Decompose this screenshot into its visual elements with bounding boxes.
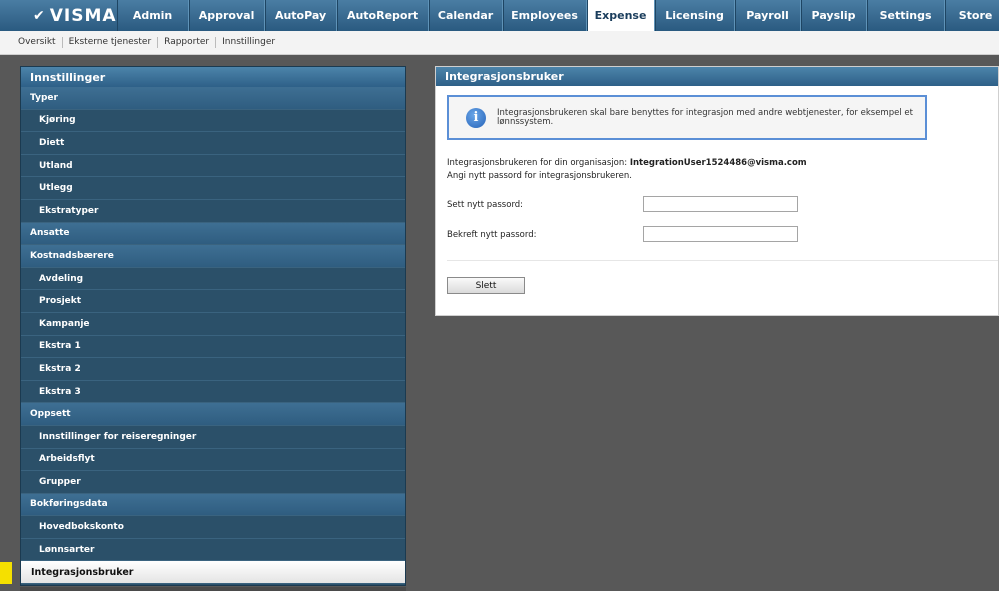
sidebar-item-innstillinger-for-reiseregninger[interactable]: Innstillinger for reiseregninger: [21, 425, 405, 449]
nav-tab-licensing[interactable]: Licensing: [654, 0, 735, 31]
sidebar-title: Innstillinger: [21, 67, 405, 87]
top-navigation: ✔ VISMA Admin Approval AutoPay AutoReport Ca…: [0, 0, 999, 31]
sidebar-section-kostnadsbærere[interactable]: Kostnadsbærere: [21, 245, 405, 268]
nav-tab-admin[interactable]: Admin: [116, 0, 189, 31]
sidebar-item-grupper[interactable]: Grupper: [21, 471, 405, 494]
sidebar-section-ansatte[interactable]: Ansatte: [21, 222, 405, 246]
visma-logo[interactable]: ✔ VISMA: [0, 0, 117, 31]
sidebar-item-utland[interactable]: Utland: [21, 154, 405, 178]
nav-tab-payslip[interactable]: Payslip: [800, 0, 867, 31]
nav-tab-expense[interactable]: Expense: [586, 0, 655, 31]
subnav-link[interactable]: Eksterne tjenester: [63, 37, 159, 48]
sidebar-item-integrasjonsbruker[interactable]: Integrasjonsbruker: [21, 561, 405, 585]
sidebar-item-prosjekt[interactable]: Prosjekt: [21, 290, 405, 313]
nav-tab-autopay[interactable]: AutoPay: [264, 0, 337, 31]
sidebar-bottom-edge: [20, 587, 406, 591]
sidebar-section-typer[interactable]: Typer: [21, 87, 405, 110]
settings-sidebar: Innstillinger Typer Kjøring Diett Utland Utl…: [20, 66, 406, 586]
subnav-link[interactable]: Rapporter: [158, 37, 217, 48]
sidebar-item-utlegg[interactable]: Utlegg: [21, 177, 405, 200]
integration-user-email: IntegrationUser1524486@visma.com: [629, 158, 807, 168]
main-nav: Admin Approval AutoPay AutoReport Calendar Em…: [116, 0, 999, 31]
new-password-input[interactable]: [643, 196, 798, 212]
info-box: i Integrasjonsbrukeren skal bare benytte…: [447, 95, 927, 140]
new-password-label: Sett nytt passord:: [447, 200, 524, 210]
sidebar-list: Typer Kjøring Diett Utland Utlegg Ekstratyper…: [21, 87, 405, 585]
integration-user-panel: Integrasjonsbruker i Integrasjonsbrukere…: [435, 66, 999, 316]
info-icon: i: [466, 107, 486, 128]
nav-tab-payroll[interactable]: Payroll: [734, 0, 801, 31]
confirm-password-input[interactable]: [643, 226, 798, 242]
sidebar-item-kampanje[interactable]: Kampanje: [21, 312, 405, 336]
nav-tab-calendar[interactable]: Calendar: [428, 0, 503, 31]
panel-title: Integrasjonsbruker: [436, 67, 998, 86]
sidebar-section-bokføringsdata[interactable]: Bokføringsdata: [21, 493, 405, 517]
form-divider: [447, 260, 998, 261]
sidebar-item-diett[interactable]: Diett: [21, 132, 405, 155]
sidebar-item-avdeling[interactable]: Avdeling: [21, 267, 405, 291]
nav-tab-store[interactable]: Store: [944, 0, 999, 31]
sidebar-item-arbeidsflyt[interactable]: Arbeidsflyt: [21, 448, 405, 472]
sidebar-item-ekstra-2[interactable]: Ekstra 2: [21, 358, 405, 381]
nav-tab-employees[interactable]: Employees: [502, 0, 587, 31]
subnav-link[interactable]: Innstillinger: [216, 37, 281, 48]
sidebar-item-ekstra-3[interactable]: Ekstra 3: [21, 380, 405, 404]
info-text: Integrasjonsbrukeren skal bare benyttes …: [497, 107, 913, 127]
highlight-marker: [0, 562, 12, 584]
password-hint: Angi nytt passord for integrasjonsbruker…: [447, 171, 632, 181]
sub-navigation: Oversikt Eksterne tjenester Rapporter Innst…: [0, 31, 999, 55]
confirm-password-label: Bekreft nytt passord:: [447, 230, 537, 240]
nav-tab-approval[interactable]: Approval: [188, 0, 265, 31]
sidebar-item-ekstra-1[interactable]: Ekstra 1: [21, 335, 405, 359]
sidebar-section-oppsett[interactable]: Oppsett: [21, 403, 405, 426]
subnav-link[interactable]: Oversikt: [18, 37, 63, 48]
visma-mark-icon: ✔: [33, 7, 46, 24]
sidebar-item-kjøring[interactable]: Kjøring: [21, 109, 405, 133]
nav-tab-settings[interactable]: Settings: [866, 0, 945, 31]
delete-button[interactable]: Slett: [447, 277, 525, 294]
sidebar-item-lønnsarter[interactable]: Lønnsarter: [21, 538, 405, 562]
sidebar-item-hovedbokskonto[interactable]: Hovedbokskonto: [21, 516, 405, 539]
logo-text: VISMA: [49, 5, 117, 26]
nav-tab-autoreport[interactable]: AutoReport: [336, 0, 429, 31]
sidebar-item-ekstratyper[interactable]: Ekstratyper: [21, 199, 405, 223]
org-prefix: Integrasjonsbrukeren for din organisasjo…: [447, 158, 628, 168]
organisation-user-line: Integrasjonsbrukeren for din organisasjo…: [447, 158, 807, 168]
